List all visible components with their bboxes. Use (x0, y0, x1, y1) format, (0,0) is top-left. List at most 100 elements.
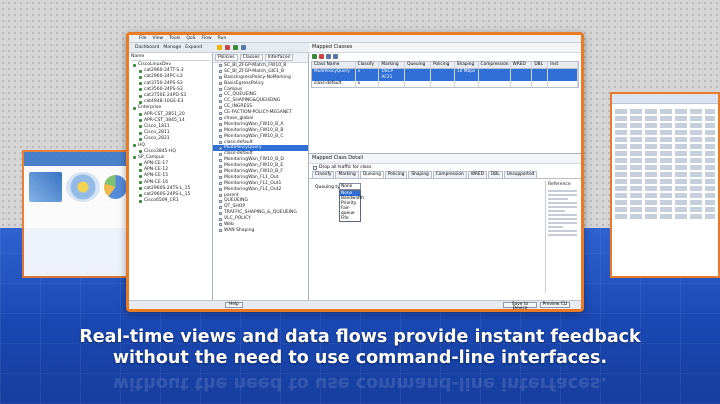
caption-reflection: without the need to use command-line int… (0, 372, 720, 393)
device-icon (139, 88, 142, 92)
tab-unsupported[interactable]: Unsupported (503, 171, 538, 178)
column-header[interactable]: Classify (356, 62, 380, 68)
tab-marking[interactable]: Marking (335, 171, 359, 178)
policy-node-icon (219, 64, 222, 68)
device-icon (139, 168, 142, 172)
dashboard-header (24, 152, 132, 166)
menu-bar: File View Tools QoS Flow Run (129, 35, 581, 43)
delete-icon[interactable] (225, 45, 230, 50)
policy-node-icon (219, 217, 222, 221)
menu-view[interactable]: View (153, 36, 164, 42)
drop-traffic-row: Drop all traffic for class (309, 164, 581, 171)
policy-node-icon (219, 123, 222, 127)
device-icon (139, 137, 142, 141)
policy-item[interactable]: WAN Shaping (213, 228, 308, 234)
tab-classify[interactable]: Classify (312, 171, 335, 178)
column-header[interactable]: Inst (548, 62, 578, 68)
device-icon (139, 82, 142, 86)
column-header[interactable]: Shaping (455, 62, 479, 68)
column-header[interactable]: DBL (532, 62, 549, 68)
tab-queuing[interactable]: Queuing (359, 171, 384, 178)
preview-cli-button[interactable]: Preview CLI (540, 302, 570, 308)
table-cell: x (356, 69, 380, 81)
tab-policies[interactable]: Policies (215, 54, 238, 61)
column-header[interactable]: WRED (511, 62, 533, 68)
detail-tabs: Classify Marking Queuing Policing Shaping Com… (309, 171, 581, 179)
device-icon (139, 119, 142, 123)
device-icon (139, 69, 142, 73)
dashboard-chart-thumbnail (29, 172, 63, 202)
tab-compression[interactable]: Compression (432, 171, 467, 178)
column-header[interactable]: Marking (379, 62, 406, 68)
menu-file[interactable]: File (139, 36, 147, 42)
menu-qos[interactable]: QoS (186, 36, 195, 42)
policy-node-icon (219, 182, 222, 186)
network-map-thumbnail (66, 172, 100, 202)
queuing-type-select[interactable]: None (339, 183, 361, 190)
copy-icon[interactable] (241, 45, 246, 50)
policy-node-icon (219, 188, 222, 192)
column-header[interactable]: Compression (479, 62, 511, 68)
dropdown-option[interactable]: Fair-queue (340, 206, 360, 216)
tab-interfaces[interactable]: Interfaces (264, 54, 294, 61)
tree-item[interactable]: Cisco6509_CR1 (131, 198, 210, 204)
device-icon (133, 144, 136, 148)
device-icon (139, 162, 142, 166)
manage-button[interactable]: Manage (163, 45, 181, 51)
move-up-icon[interactable] (326, 54, 331, 59)
table-cell (431, 81, 455, 87)
policy-node-icon (219, 199, 222, 203)
add-class-icon[interactable] (312, 54, 317, 59)
tab-classes[interactable]: Classes (239, 54, 263, 61)
tab-wred[interactable]: WRED (467, 171, 487, 178)
device-icon (139, 150, 142, 154)
table-row[interactable]: MultiPolicyQuery x DSCP AF21 10 Mbps (312, 69, 579, 81)
menu-run[interactable]: Run (218, 36, 227, 42)
policy-node-icon (219, 229, 222, 233)
column-header[interactable]: Policing (431, 62, 455, 68)
remove-class-icon[interactable] (319, 54, 324, 59)
status-bar: Help Save to Device Preview CLI (129, 300, 581, 309)
class-table-header: Class Name Classify Marking Queuing Policing… (312, 62, 578, 69)
table-cell: x (356, 81, 380, 87)
help-button[interactable]: Help (225, 302, 243, 308)
device-icon (139, 75, 142, 79)
policy-node-icon (219, 164, 222, 168)
device-icon (139, 199, 142, 203)
left-dashboard-panel (22, 150, 134, 278)
class-detail-pane: Mapped Class Detail Drop all traffic for… (309, 153, 581, 299)
table-row[interactable]: class-default x (312, 81, 579, 87)
dashboard-button[interactable]: Dashboard (135, 45, 159, 51)
tab-shaping[interactable]: Shaping (408, 171, 432, 178)
column-header[interactable]: Class Name (312, 62, 356, 68)
tree-item-label: cat3560-24PS-S3 (144, 86, 183, 92)
table-cell (405, 81, 432, 87)
expand-button[interactable]: Expand (185, 45, 202, 51)
tree-item-label: HQ (138, 142, 145, 148)
policy-node-icon (219, 76, 222, 80)
policy-node-icon (219, 211, 222, 215)
drop-traffic-checkbox[interactable] (313, 165, 317, 170)
policy-node-icon (219, 176, 222, 180)
policy-node-icon (219, 152, 222, 156)
policy-node-icon (219, 111, 222, 115)
tab-dbl[interactable]: DBL (487, 171, 503, 178)
refresh-icon[interactable] (233, 45, 238, 50)
policy-node-icon (219, 223, 222, 227)
table-cell (548, 69, 579, 81)
tab-policing[interactable]: Policing (384, 171, 408, 178)
class-table-body: MultiPolicyQuery x DSCP AF21 10 Mbps class-d… (312, 69, 579, 87)
move-down-icon[interactable] (333, 54, 338, 59)
menu-flow[interactable]: Flow (201, 36, 211, 42)
device-icon (139, 113, 142, 117)
add-icon[interactable] (217, 45, 222, 50)
dropdown-option[interactable]: Fifo (340, 216, 360, 221)
device-icon (133, 106, 136, 110)
table-cell (479, 81, 511, 87)
menu-tools[interactable]: Tools (169, 36, 180, 42)
column-header[interactable]: Queuing (405, 62, 431, 68)
policy-node-icon (219, 194, 222, 198)
table-cell (511, 81, 533, 87)
save-to-device-button[interactable]: Save to Device (503, 302, 537, 309)
policy-node-icon (219, 205, 222, 209)
